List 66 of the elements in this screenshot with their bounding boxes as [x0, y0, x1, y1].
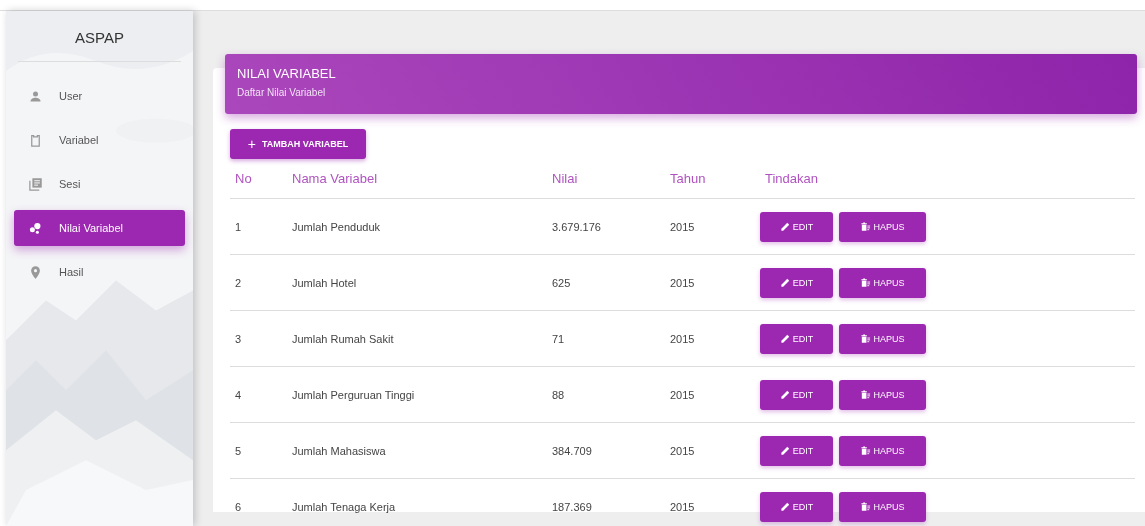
- table-cell-text: 4: [234, 388, 243, 401]
- trash-icon: [860, 501, 872, 512]
- table-cell-text: Jumlah Perguruan Tinggi: [291, 388, 416, 401]
- delete-button[interactable]: HAPUS: [839, 435, 926, 466]
- column-header: Nama Variabel: [291, 171, 379, 186]
- clipboard-icon: [28, 132, 43, 148]
- table-cell-text: 2015: [669, 388, 696, 401]
- sidebar-item[interactable]: Nilai Variabel: [14, 210, 185, 246]
- pencil-icon: [779, 277, 791, 288]
- table-cell-text: 384.709: [551, 444, 593, 457]
- table-cell-text: 2015: [669, 444, 696, 457]
- card-title: NILAI VARIABEL: [237, 66, 337, 81]
- table-cell-text: Jumlah Penduduk: [291, 220, 382, 233]
- edit-button[interactable]: EDIT: [760, 211, 833, 242]
- pin-icon: [28, 264, 43, 280]
- delete-button[interactable]: HAPUS: [839, 211, 926, 242]
- column-header: Tindakan: [764, 171, 819, 186]
- table-cell-text: 5: [234, 444, 243, 457]
- table-cell-text: 3.679.176: [551, 220, 602, 233]
- table-cell-text: 2015: [669, 332, 696, 345]
- sidebar-item[interactable]: User: [14, 78, 185, 114]
- table-cell-text: Jumlah Tenaga Kerja: [291, 500, 397, 513]
- add-variable-button[interactable]: + TAMBAH VARIABEL: [230, 129, 366, 159]
- trash-icon: [860, 445, 872, 456]
- table-cell-text: 3: [234, 332, 243, 345]
- table-cell-text: Jumlah Rumah Sakit: [291, 332, 395, 345]
- table-cell-text: 625: [551, 276, 572, 289]
- table-cell-text: 2015: [669, 276, 696, 289]
- table-cell-text: 1: [234, 220, 243, 233]
- delete-button[interactable]: HAPUS: [839, 267, 926, 298]
- card-subtitle: Daftar Nilai Variabel: [237, 87, 327, 98]
- pencil-icon: [779, 333, 791, 344]
- table-cell-text: 6: [234, 500, 243, 513]
- trash-icon: [860, 277, 872, 288]
- table-cell-text: Jumlah Hotel: [291, 276, 358, 289]
- trash-icon: [860, 389, 872, 400]
- list-icon: [28, 176, 43, 192]
- edit-button[interactable]: EDIT: [760, 491, 833, 522]
- table-cell-text: 71: [551, 332, 566, 345]
- edit-button[interactable]: EDIT: [760, 435, 833, 466]
- sidebar-item[interactable]: Hasil: [14, 254, 185, 290]
- delete-button[interactable]: HAPUS: [839, 323, 926, 354]
- table-cell-text: Jumlah Mahasiswa: [291, 444, 387, 457]
- trash-icon: [860, 221, 872, 232]
- edit-button[interactable]: EDIT: [760, 323, 833, 354]
- column-header: No: [234, 171, 253, 186]
- column-header: Nilai: [551, 171, 579, 186]
- pencil-icon: [779, 501, 791, 512]
- delete-button[interactable]: HAPUS: [839, 379, 926, 410]
- sidebar-item[interactable]: Variabel: [14, 122, 185, 158]
- edit-button[interactable]: EDIT: [760, 267, 833, 298]
- table-cell-text: 2: [234, 276, 243, 289]
- table-cell-text: 2015: [669, 220, 696, 233]
- table-cell-text: 2015: [669, 500, 696, 513]
- edit-button[interactable]: EDIT: [760, 379, 833, 410]
- dots-icon: [28, 220, 43, 236]
- sidebar-item[interactable]: Sesi: [14, 166, 185, 202]
- pencil-icon: [779, 445, 791, 456]
- trash-icon: [860, 333, 872, 344]
- column-header: Tahun: [669, 171, 707, 186]
- brand-title: ASPAP: [74, 28, 125, 48]
- pencil-icon: [779, 389, 791, 400]
- delete-button[interactable]: HAPUS: [839, 491, 926, 522]
- table-cell-text: 187.369: [551, 500, 593, 513]
- pencil-icon: [779, 221, 791, 232]
- table-cell-text: 88: [551, 388, 566, 401]
